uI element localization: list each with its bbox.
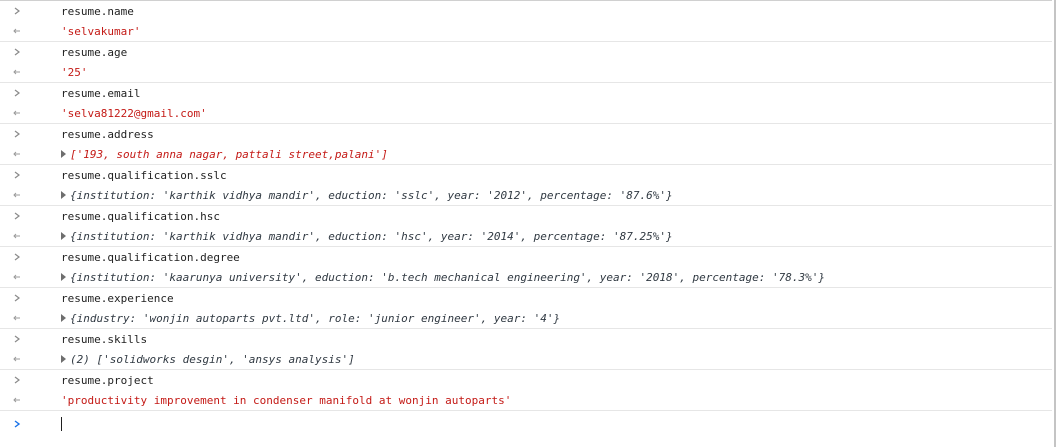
console-output-array: ['193, south anna nagar, pattali street,… [70, 147, 388, 161]
active-prompt-gutter [0, 411, 46, 437]
console-output-object: {institution: 'karthik vidhya mandir', e… [70, 188, 673, 202]
expand-triangle-icon[interactable] [61, 231, 66, 240]
return-arrow-icon [13, 192, 20, 198]
return-arrow-icon [13, 397, 20, 403]
return-arrow-icon [13, 28, 20, 34]
chevron-right-icon [14, 420, 21, 428]
expand-triangle-icon[interactable] [61, 272, 66, 281]
console-output-row: {industry: 'wonjin autoparts pvt.ltd', r… [0, 308, 1052, 329]
input-prompt-gutter [0, 247, 46, 267]
chevron-right-icon [14, 89, 20, 97]
console-input-text[interactable]: resume.skills [46, 333, 147, 346]
console-input-text[interactable]: resume.qualification.degree [46, 251, 240, 264]
console-output-row: (2) ['solidworks desgin', 'ansys analysi… [0, 349, 1052, 370]
console-output-row: ['193, south anna nagar, pattali street,… [0, 144, 1052, 165]
console-input-row: resume.address [0, 124, 1052, 144]
input-prompt-gutter [0, 1, 46, 21]
console-output-row: 'selvakumar' [0, 21, 1052, 42]
return-arrow-icon [13, 151, 20, 157]
return-arrow-icon [13, 274, 20, 280]
console-output-object: {industry: 'wonjin autoparts pvt.ltd', r… [70, 311, 561, 325]
console-output-row: 'selva81222@gmail.com' [0, 103, 1052, 124]
console-panel: resume.name 'selvakumar' resume.age '25'… [0, 0, 1052, 448]
console-input-text[interactable]: resume.experience [46, 292, 174, 305]
chevron-right-icon [14, 335, 20, 343]
chevron-right-icon [14, 376, 20, 384]
console-output-string: 'productivity improvement in condenser m… [61, 393, 512, 407]
output-prompt-gutter [0, 144, 46, 164]
expand-triangle-icon[interactable] [61, 190, 66, 199]
output-prompt-gutter [0, 349, 46, 369]
console-output-row: {institution: 'kaarunya university', edu… [0, 267, 1052, 288]
output-prompt-gutter [0, 103, 46, 123]
console-prompt-line[interactable] [0, 411, 1052, 437]
expandable-output[interactable]: ['193, south anna nagar, pattali street,… [46, 148, 388, 161]
return-arrow-icon [13, 233, 20, 239]
output-prompt-gutter [0, 390, 46, 410]
expand-triangle-icon[interactable] [61, 149, 66, 158]
console-input-text[interactable]: resume.name [46, 5, 134, 18]
input-prompt-gutter [0, 329, 46, 349]
console-input-row: resume.age [0, 42, 1052, 62]
console-input-text[interactable]: resume.address [46, 128, 154, 141]
console-output-object: {institution: 'kaarunya university', edu… [70, 270, 825, 284]
console-output-object: {institution: 'karthik vidhya mandir', e… [70, 229, 673, 243]
console-output-row: {institution: 'karthik vidhya mandir', e… [0, 226, 1052, 247]
expandable-output[interactable]: (2) ['solidworks desgin', 'ansys analysi… [46, 353, 355, 366]
input-prompt-gutter [0, 288, 46, 308]
expandable-output[interactable]: {industry: 'wonjin autoparts pvt.ltd', r… [46, 312, 560, 325]
return-arrow-icon [13, 356, 20, 362]
output-prompt-gutter [0, 226, 46, 246]
chevron-right-icon [14, 130, 20, 138]
console-input-text[interactable]: resume.email [46, 87, 140, 100]
console-output-row: 'productivity improvement in condenser m… [0, 390, 1052, 411]
chevron-right-icon [14, 48, 20, 56]
output-prompt-gutter [0, 185, 46, 205]
console-input-row: resume.qualification.hsc [0, 206, 1052, 226]
output-prompt-gutter [0, 62, 46, 82]
console-output-row: '25' [0, 62, 1052, 83]
expandable-output[interactable]: {institution: 'kaarunya university', edu… [46, 271, 825, 284]
console-input-text[interactable]: resume.qualification.sslc [46, 169, 227, 182]
return-arrow-icon [13, 69, 20, 75]
console-input-row: resume.qualification.sslc [0, 165, 1052, 185]
console-input-row: resume.project [0, 370, 1052, 390]
console-input-row: resume.qualification.degree [0, 247, 1052, 267]
input-prompt-gutter [0, 370, 46, 390]
chevron-right-icon [14, 7, 20, 15]
chevron-right-icon [14, 171, 20, 179]
expand-triangle-icon[interactable] [61, 313, 66, 322]
expand-triangle-icon[interactable] [61, 354, 66, 363]
chevron-right-icon [14, 253, 20, 261]
console-input-row: resume.skills [0, 329, 1052, 349]
output-prompt-gutter [0, 21, 46, 41]
console-input-text[interactable]: resume.project [46, 374, 154, 387]
console-output-string: 'selva81222@gmail.com' [61, 106, 207, 120]
console-prompt-input[interactable] [46, 417, 62, 431]
chevron-right-icon [14, 294, 20, 302]
output-prompt-gutter [0, 308, 46, 328]
return-arrow-icon [13, 110, 20, 116]
expandable-output[interactable]: {institution: 'karthik vidhya mandir', e… [46, 189, 673, 202]
input-prompt-gutter [0, 42, 46, 62]
console-output-string: 'selvakumar' [61, 24, 141, 38]
console-input-text[interactable]: resume.age [46, 46, 127, 59]
output-prompt-gutter [0, 267, 46, 287]
expandable-output[interactable]: {institution: 'karthik vidhya mandir', e… [46, 230, 673, 243]
console-output-row: {institution: 'karthik vidhya mandir', e… [0, 185, 1052, 206]
console-input-row: resume.experience [0, 288, 1052, 308]
text-cursor [61, 417, 62, 431]
input-prompt-gutter [0, 124, 46, 144]
console-output-array: (2) ['solidworks desgin', 'ansys analysi… [70, 352, 355, 366]
console-input-row: resume.name [0, 1, 1052, 21]
input-prompt-gutter [0, 165, 46, 185]
input-prompt-gutter [0, 83, 46, 103]
chevron-right-icon [14, 212, 20, 220]
console-input-row: resume.email [0, 83, 1052, 103]
return-arrow-icon [13, 315, 20, 321]
console-input-text[interactable]: resume.qualification.hsc [46, 210, 220, 223]
input-prompt-gutter [0, 206, 46, 226]
console-output-string: '25' [61, 65, 88, 79]
